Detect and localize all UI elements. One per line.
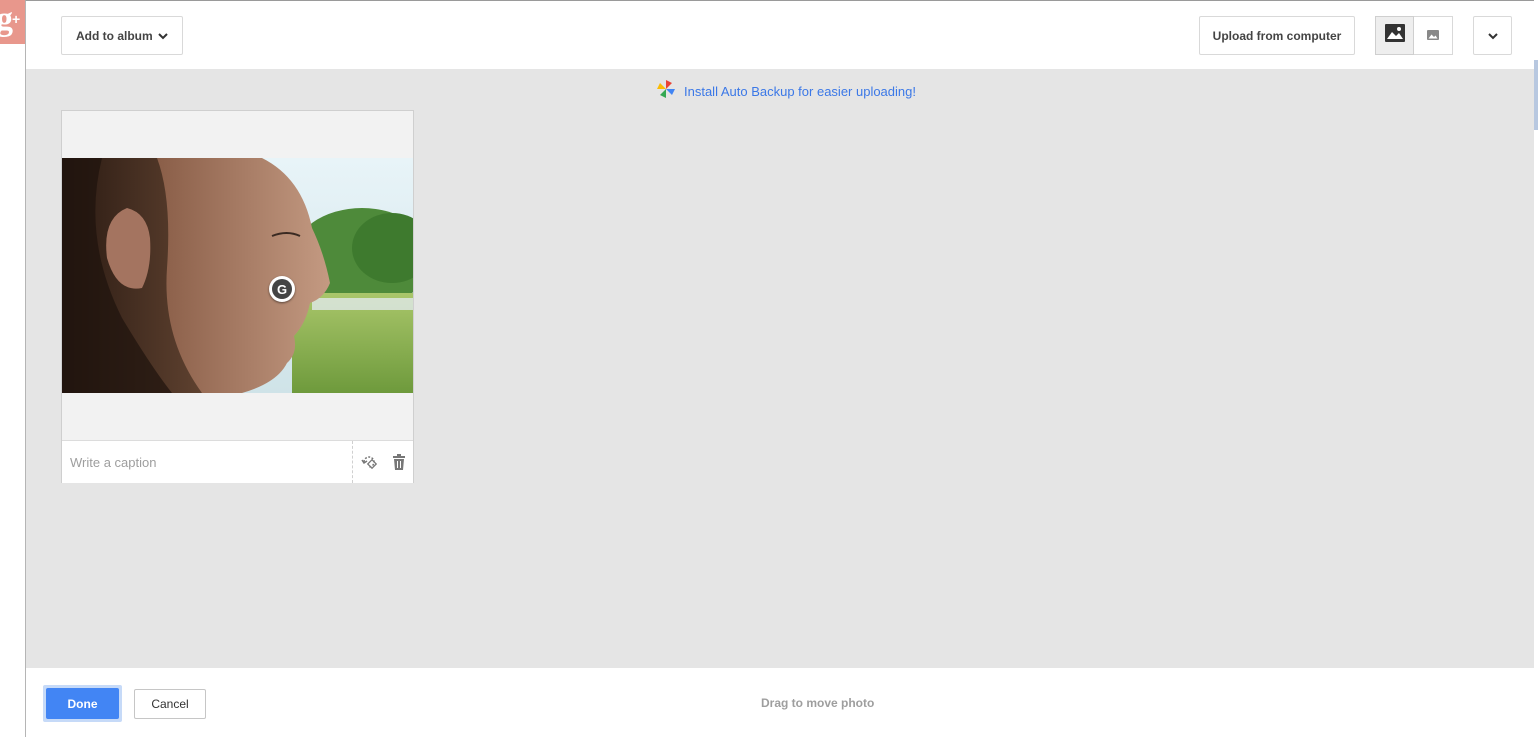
pinwheel-icon: [656, 79, 676, 104]
google-g-icon: G: [272, 279, 292, 299]
photo-canvas: Install Auto Backup for easier uploading…: [26, 69, 1534, 668]
google-plus-logo: g +: [0, 0, 25, 44]
add-to-album-button[interactable]: Add to album: [61, 16, 183, 55]
caption-bar: [62, 440, 413, 483]
dialog-footer: Done Cancel Drag to move photo: [26, 668, 1534, 738]
view-mode-toggle: [1375, 16, 1453, 55]
dialog-header: Add to album Upload from computer: [26, 1, 1534, 70]
page-edge: [1534, 0, 1538, 737]
more-options-button[interactable]: [1473, 16, 1512, 55]
face-tag-marker[interactable]: G: [269, 276, 295, 302]
auto-backup-promo: Install Auto Backup for easier uploading…: [26, 79, 1538, 104]
chevron-down-icon: [158, 29, 168, 43]
large-view-button[interactable]: [1375, 16, 1414, 55]
install-auto-backup-link[interactable]: Install Auto Backup for easier uploading…: [684, 84, 916, 99]
svg-text:+: +: [12, 11, 20, 27]
upload-dialog: Add to album Upload from computer Instal…: [25, 0, 1534, 738]
upload-from-computer-button[interactable]: Upload from computer: [1199, 16, 1355, 55]
add-to-album-label: Add to album: [76, 28, 153, 43]
done-button[interactable]: Done: [46, 688, 119, 719]
scrollbar-thumb[interactable]: [1534, 60, 1538, 130]
chevron-down-icon: [1487, 29, 1498, 43]
large-image-view-icon: [1384, 24, 1405, 47]
photo-actions: [352, 441, 413, 483]
done-button-focus-ring: Done: [43, 685, 122, 722]
trash-icon[interactable]: [392, 454, 406, 470]
photo-thumbnail[interactable]: G: [62, 158, 413, 393]
small-image-view-icon: [1427, 27, 1439, 45]
rotate-icon[interactable]: [360, 454, 377, 470]
photo-card[interactable]: G: [61, 110, 414, 483]
cancel-button[interactable]: Cancel: [134, 689, 206, 719]
caption-input[interactable]: [62, 441, 352, 483]
small-view-button[interactable]: [1414, 16, 1453, 55]
drag-hint: Drag to move photo: [761, 696, 875, 710]
